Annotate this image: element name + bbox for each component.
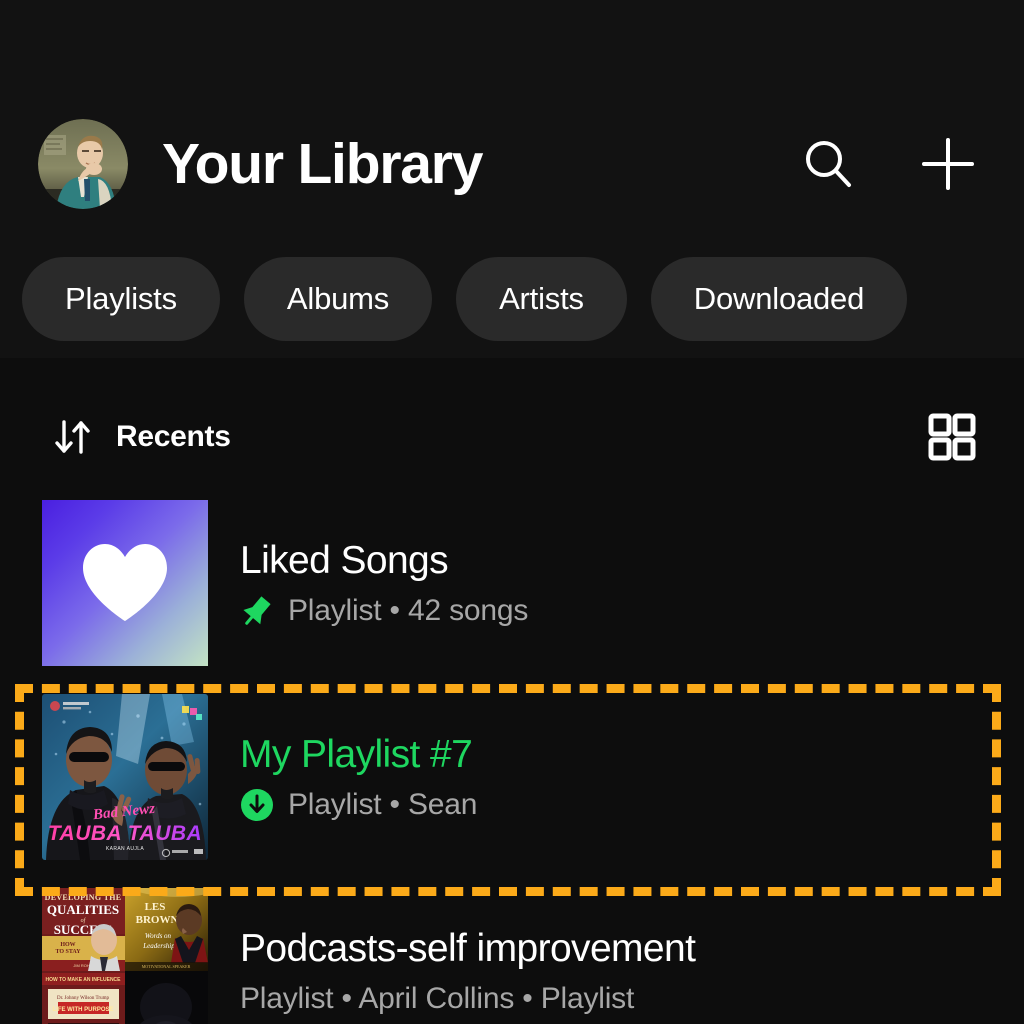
svg-text:BROWN: BROWN (136, 914, 179, 926)
svg-text:LES: LES (145, 901, 166, 913)
page-title: Your Library (162, 131, 483, 196)
filter-chip-playlists[interactable]: Playlists (22, 257, 220, 341)
svg-text:TO STAY: TO STAY (55, 949, 81, 955)
grid-view-toggle[interactable] (922, 407, 982, 467)
svg-text:DEVELOPING THE: DEVELOPING THE (45, 893, 122, 902)
header-zone: Your Library Playlists Albums Artists Do… (0, 0, 1024, 358)
podcasts-text: Podcasts-self improvement Playlist • Apr… (240, 926, 1024, 1016)
my-playlist-7-text: My Playlist #7 Playlist • Sean (240, 732, 1024, 822)
download-icon (240, 788, 274, 822)
search-button[interactable] (796, 132, 860, 196)
filter-chips: Playlists Albums Artists Downloaded (0, 257, 1024, 341)
top-bar: Your Library (0, 104, 1024, 224)
liked-songs-text: Liked Songs Playlist • 42 songs (240, 538, 1024, 628)
collage-tile-les-brown: LES BROWN Words on Leadership MOTIVATION… (125, 888, 208, 971)
sort-arrows-icon (55, 420, 90, 454)
list-item-subtitle-row: Playlist • 42 songs (240, 594, 1024, 628)
sort-label: Recents (116, 420, 231, 453)
list-item-title: My Playlist #7 (240, 732, 473, 776)
svg-text:Words on: Words on (145, 932, 172, 940)
list-item-subtitle-row: Playlist • Sean (240, 788, 1024, 822)
list-item-my-playlist-7[interactable]: Bad Newz TAUBA TAUBA KARAN AUJLA My Play… (0, 680, 1024, 874)
svg-text:Dr. Johnny Wilson Trump: Dr. Johnny Wilson Trump (57, 996, 109, 1001)
grid-view-icon (928, 413, 976, 461)
top-actions (796, 132, 980, 196)
album-art-tauba-tauba: Bad Newz TAUBA TAUBA KARAN AUJLA (42, 694, 208, 860)
svg-text:KARAN AUJLA: KARAN AUJLA (106, 846, 145, 852)
svg-text:HOW: HOW (60, 942, 75, 948)
list-item-subtitle-row: Playlist • April Collins • Playlist (240, 982, 1024, 1016)
search-icon (806, 141, 851, 187)
svg-text:Leadership: Leadership (142, 942, 175, 950)
list-item-subtitle: Playlist • 42 songs (288, 594, 529, 628)
list-item-subtitle: Playlist • April Collins • Playlist (240, 982, 635, 1016)
svg-text:QUALITIES: QUALITIES (47, 902, 119, 917)
list-item-liked-songs[interactable]: Liked Songs Playlist • 42 songs (0, 486, 1024, 680)
podcasts-cover: DEVELOPING THE QUALITIES of SUCCESS HOW … (42, 888, 208, 1024)
collage-tile-3: HOW TO MAKE AN INFLUENCE Dr. Johnny Wils… (42, 971, 125, 1024)
heart-icon (83, 544, 167, 621)
add-button[interactable] (916, 132, 980, 196)
collage-tile-qualities-of-success: DEVELOPING THE QUALITIES of SUCCESS HOW … (42, 888, 125, 971)
library-screen: Your Library Playlists Albums Artists Do… (0, 0, 1024, 1024)
svg-text:HOW TO MAKE AN INFLUENCE: HOW TO MAKE AN INFLUENCE (46, 977, 122, 983)
list-item-title: Podcasts-self improvement (240, 926, 696, 970)
avatar[interactable] (38, 119, 128, 209)
filter-chip-artists[interactable]: Artists (456, 257, 627, 341)
filter-chip-albums[interactable]: Albums (243, 257, 433, 341)
list-item-podcasts-self-improvement[interactable]: DEVELOPING THE QUALITIES of SUCCESS HOW … (0, 874, 1024, 1024)
plus-icon (922, 138, 974, 190)
sort-button[interactable]: Recents (50, 414, 231, 460)
podcast-collage: DEVELOPING THE QUALITIES of SUCCESS HOW … (42, 888, 208, 1024)
list-item-subtitle: Playlist • Sean (288, 788, 478, 822)
svg-text:LIFE WITH PURPOSE: LIFE WITH PURPOSE (52, 1007, 113, 1013)
library-list: Liked Songs Playlist • 42 songs Bad Newz… (0, 486, 1024, 1024)
filter-chip-downloaded[interactable]: Downloaded (650, 257, 908, 341)
list-item-title: Liked Songs (240, 538, 449, 582)
liked-songs-cover (42, 500, 208, 666)
pin-icon (240, 594, 274, 628)
avatar-illustration (38, 119, 128, 209)
svg-text:TAUBA TAUBA: TAUBA TAUBA (48, 822, 202, 845)
svg-text:MOTIVATIONAL SPEAKER: MOTIVATIONAL SPEAKER (142, 964, 191, 969)
sort-row: Recents (0, 400, 1024, 474)
my-playlist-7-cover: Bad Newz TAUBA TAUBA KARAN AUJLA (42, 694, 208, 860)
collage-tile-4 (125, 971, 208, 1024)
